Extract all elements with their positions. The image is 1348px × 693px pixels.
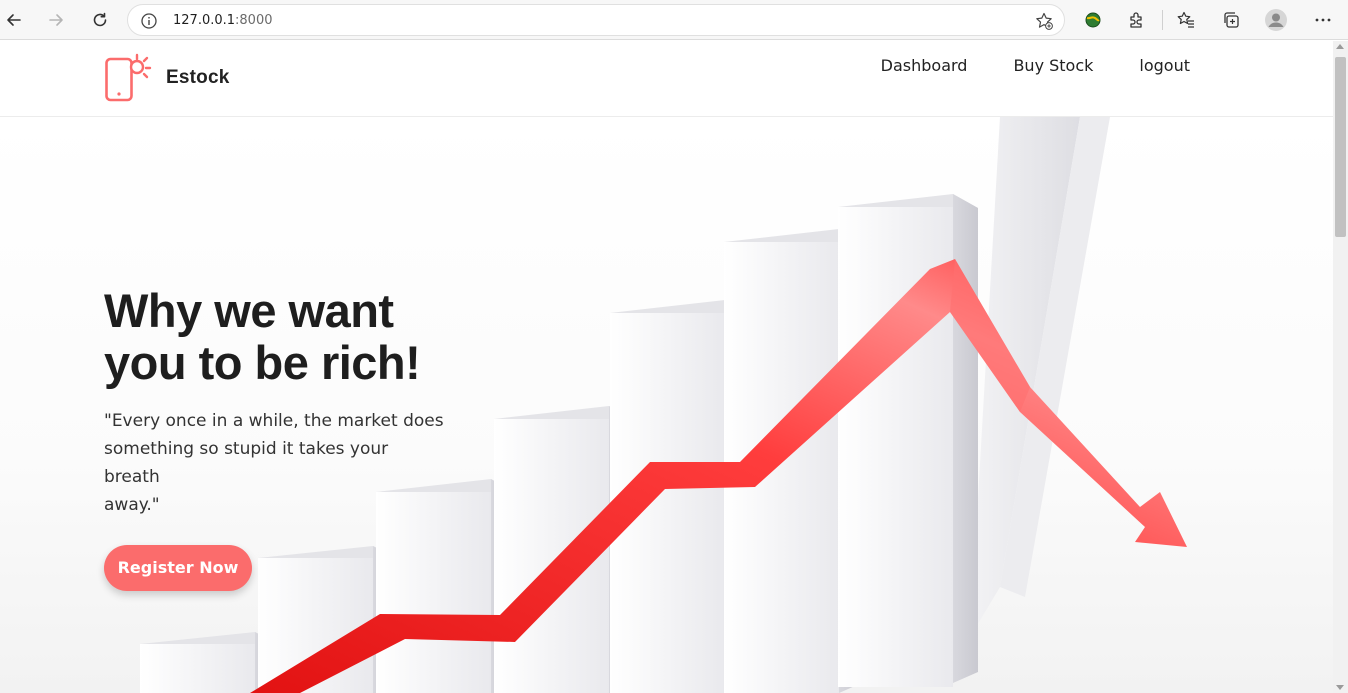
page-viewport: Estock Dashboard Buy Stock logout Why we…	[0, 41, 1333, 693]
add-favorite-icon[interactable]	[1034, 11, 1054, 35]
hero-section: Why we want you to be rich! "Every once …	[0, 117, 1333, 693]
extension-globe-icon[interactable]	[1081, 8, 1105, 32]
page-scrollbar[interactable]	[1333, 41, 1348, 693]
phone-sun-logo-icon	[105, 53, 152, 102]
nav-logout[interactable]: logout	[1139, 55, 1190, 77]
more-icon[interactable]	[1311, 8, 1335, 32]
browser-toolbar: 127.0.0.1:8000	[0, 0, 1348, 40]
hero-content: Why we want you to be rich! "Every once …	[104, 285, 444, 591]
reload-icon[interactable]	[86, 6, 114, 34]
hero-quote-line2: something so stupid it takes your breath	[104, 439, 389, 487]
nav-dashboard[interactable]: Dashboard	[881, 55, 968, 77]
site-info-icon[interactable]	[140, 12, 158, 34]
site-header: Estock Dashboard Buy Stock logout	[0, 41, 1333, 117]
profile-icon[interactable]	[1264, 8, 1288, 32]
toolbar-separator	[1162, 10, 1163, 30]
collections-icon[interactable]	[1219, 8, 1243, 32]
hero-title: Why we want you to be rich!	[104, 285, 444, 389]
scroll-up-arrow-icon[interactable]	[1336, 44, 1344, 49]
hero-quote-line1: "Every once in a while, the market does	[104, 411, 444, 431]
nav-buy-stock[interactable]: Buy Stock	[1013, 55, 1093, 77]
main-nav: Dashboard Buy Stock logout	[835, 55, 1190, 77]
extensions-icon[interactable]	[1125, 8, 1149, 32]
register-now-button[interactable]: Register Now	[104, 545, 252, 591]
brand-name: Estock	[166, 67, 230, 88]
url-port: :8000	[235, 13, 273, 28]
back-icon[interactable]	[0, 6, 28, 34]
brand-logo[interactable]: Estock	[104, 53, 230, 103]
hero-title-line2: you to be rich!	[104, 336, 421, 389]
address-bar[interactable]: 127.0.0.1:8000	[127, 4, 1065, 36]
scroll-down-arrow-icon[interactable]	[1336, 685, 1344, 690]
url-host: 127.0.0.1	[173, 13, 236, 28]
favorites-icon[interactable]	[1174, 8, 1198, 32]
forward-icon[interactable]	[42, 6, 70, 34]
address-url[interactable]: 127.0.0.1:8000	[173, 13, 273, 28]
hero-title-line1: Why we want	[104, 284, 394, 337]
hero-quote: "Every once in a while, the market does …	[104, 407, 444, 519]
scrollbar-thumb[interactable]	[1335, 57, 1346, 237]
hero-quote-line3: away."	[104, 495, 160, 515]
